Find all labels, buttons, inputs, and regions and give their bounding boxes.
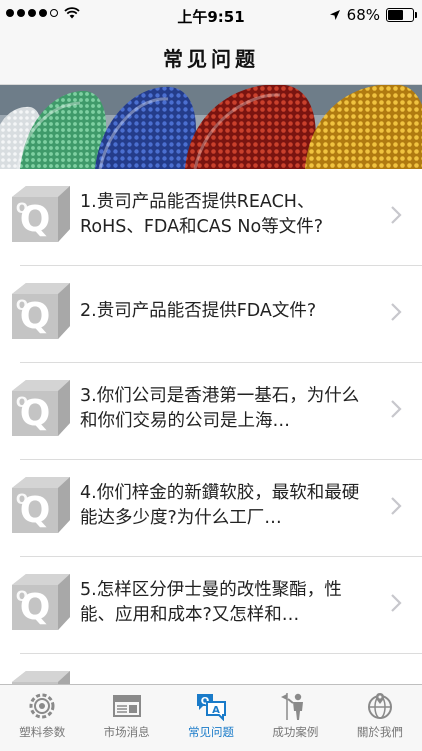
chevron-right-icon (391, 594, 402, 612)
chevron-right-icon (391, 497, 402, 515)
q-cube-icon: QQ (12, 574, 70, 630)
q-cube-icon: QQ (12, 380, 70, 436)
flag-person-icon (281, 693, 304, 720)
tab-label: 關於我們 (356, 725, 403, 739)
chevron-right-icon (391, 206, 402, 224)
page-title: 常见问题 (163, 46, 259, 71)
tab-about-us[interactable]: 關於我們 (338, 685, 422, 751)
tab-label: 市场消息 (103, 725, 150, 739)
svg-text:A: A (212, 705, 220, 716)
tab-success-cases[interactable]: 成功案例 (253, 685, 337, 751)
tab-label: 塑料参数 (19, 725, 66, 739)
chevron-right-icon (391, 400, 402, 418)
svg-text:Q: Q (16, 395, 28, 411)
faq-question-text: 2.贵司产品能否提供FDA文件? (80, 301, 317, 321)
faq-question-text: 1.贵司产品能否提供REACH、RoHS、FDA和CAS No等文件? (80, 191, 324, 237)
svg-text:Q: Q (16, 298, 28, 314)
svg-text:Q: Q (16, 201, 28, 217)
svg-text:Q: Q (16, 589, 28, 605)
q-cube-icon: QQ (12, 186, 70, 242)
chevron-right-icon (391, 303, 402, 321)
faq-row[interactable]: Q Q 1.贵司产品能否提供REACH、RoHS、FDA和CAS No等文件? (0, 169, 422, 266)
faq-list: Q Q 1.贵司产品能否提供REACH、RoHS、FDA和CAS No等文件? Q Q 2… (0, 169, 422, 751)
faq-row[interactable]: Q Q 2.贵司产品能否提供FDA文件? (0, 266, 422, 363)
navigation-bar: 常见问题 (0, 30, 422, 85)
plastic-pellets-illustration (0, 85, 422, 169)
faq-question-text: 5.怎样区分伊士曼的改性聚酯，性能、应用和成本?又怎样和… (80, 579, 342, 625)
tab-faq[interactable]: Q A 常见问题 (169, 685, 253, 751)
gear-icon (29, 693, 55, 719)
faq-row[interactable]: Q Q 5.怎样区分伊士曼的改性聚酯，性能、应用和成本?又怎样和… (0, 557, 422, 654)
svg-text:Q: Q (16, 492, 28, 508)
tab-plastic-parameters[interactable]: 塑料参数 (0, 685, 84, 751)
q-cube-icon: QQ (12, 477, 70, 533)
q-cube-icon: QQ (12, 283, 70, 339)
battery-icon (386, 8, 417, 22)
tab-label: 常见问题 (188, 725, 235, 739)
tab-bar: 塑料参数 市场消息 Q A 常见问题 成功案例 關於我們 (0, 684, 422, 751)
qa-chat-icon: Q A (197, 694, 227, 721)
tab-market-news[interactable]: 市场消息 (84, 685, 168, 751)
header-banner-image (0, 85, 422, 169)
tab-label: 成功案例 (272, 725, 319, 739)
faq-row[interactable]: Q Q 3.你们公司是香港第一基石，为什么和你们交易的公司是上海… (0, 363, 422, 460)
status-bar: 上午9:51 68% (0, 0, 422, 30)
globe-pin-icon (367, 693, 392, 719)
newspaper-icon (112, 695, 141, 717)
battery-percent: 68% (346, 6, 380, 24)
faq-question-text: 3.你们公司是香港第一基石，为什么和你们交易的公司是上海… (80, 385, 360, 431)
faq-row[interactable]: Q Q 4.你们梓金的新鑽软胶，最软和最硬能达多少度?为什么工厂… (0, 460, 422, 557)
faq-question-text: 4.你们梓金的新鑽软胶，最软和最硬能达多少度?为什么工厂… (80, 482, 360, 528)
location-arrow-icon (329, 10, 340, 20)
